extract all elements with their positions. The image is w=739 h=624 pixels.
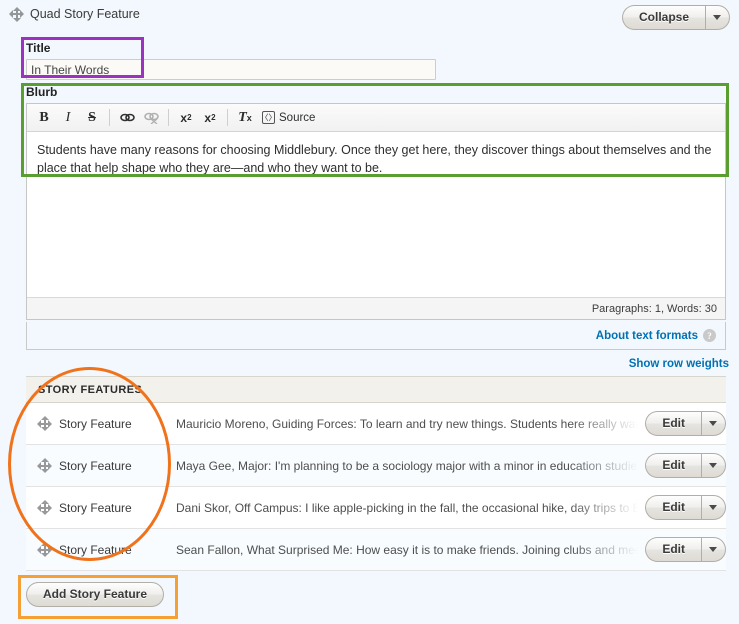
row-description-cell: Mauricio Moreno, Guiding Forces: To lear… bbox=[176, 402, 638, 445]
row-handle-cell: Story Feature bbox=[26, 444, 176, 487]
row-handle-cell: Story Feature bbox=[26, 528, 176, 571]
drag-handle-icon[interactable] bbox=[37, 500, 52, 515]
title-field-wrapper: Title bbox=[26, 41, 466, 80]
row-description-cell: Sean Fallon, What Surprised Me: How easy… bbox=[176, 528, 638, 571]
panel-legend: Quad Story Feature bbox=[9, 6, 140, 22]
row-operations-cell: Edit bbox=[638, 402, 727, 445]
list-item-label: Story Feature bbox=[59, 500, 132, 515]
chevron-down-icon bbox=[709, 504, 718, 510]
list-item-label: Story Feature bbox=[59, 542, 132, 557]
source-label: Source bbox=[279, 111, 316, 124]
subscript-icon[interactable]: x2 bbox=[199, 107, 221, 128]
table-row: Story Feature Dani Skor, Off Campus: I li… bbox=[26, 486, 727, 529]
add-story-feature-wrapper: Add Story Feature bbox=[26, 582, 165, 607]
source-code-icon: 〈〉 bbox=[261, 111, 277, 124]
table-row: Story Feature Mauricio Moreno, Guiding Fo… bbox=[26, 402, 727, 445]
title-label: Title bbox=[26, 41, 51, 55]
row-handle-cell: Story Feature bbox=[26, 486, 176, 529]
blurb-field-wrapper: Blurb B I S x 2 x 2 T x 〈〉 Source Studen… bbox=[26, 85, 726, 320]
editor-content-area[interactable]: Students have many reasons for choosing … bbox=[27, 132, 725, 297]
link-icon[interactable] bbox=[116, 107, 138, 128]
row-description-cell: Dani Skor, Off Campus: I like apple-pick… bbox=[176, 486, 638, 529]
chevron-down-icon bbox=[709, 462, 718, 468]
blurb-body-text: Students have many reasons for choosing … bbox=[37, 143, 712, 176]
story-features-header: STORY FEATURES bbox=[26, 376, 727, 403]
strikethrough-icon[interactable]: S bbox=[81, 107, 103, 128]
title-input[interactable] bbox=[26, 59, 436, 80]
list-item-description: Mauricio Moreno, Guiding Forces: To lear… bbox=[176, 416, 638, 431]
story-features-table: STORY FEATURES Story Feature Mauricio Mor… bbox=[26, 376, 727, 571]
editor-status-bar: Paragraphs: 1, Words: 30 bbox=[27, 297, 725, 319]
edit-dropdown-button[interactable] bbox=[701, 453, 727, 478]
list-item-description: Sean Fallon, What Surprised Me: How easy… bbox=[176, 542, 638, 557]
table-row: Story Feature Sean Fallon, What Surprised… bbox=[26, 528, 727, 571]
row-operations-cell: Edit bbox=[638, 486, 727, 529]
collapse-dropdown-button[interactable] bbox=[705, 5, 730, 30]
about-text-formats-link[interactable]: About text formats bbox=[596, 330, 698, 342]
word-count: Paragraphs: 1, Words: 30 bbox=[591, 302, 717, 315]
list-item-label: Story Feature bbox=[59, 458, 132, 473]
edit-button[interactable]: Edit bbox=[645, 537, 702, 562]
drag-handle-icon[interactable] bbox=[37, 458, 52, 473]
row-operations-cell: Edit bbox=[638, 528, 727, 571]
show-row-weights-link[interactable]: Show row weights bbox=[629, 358, 729, 370]
blurb-label: Blurb bbox=[26, 85, 58, 99]
edit-button[interactable]: Edit bbox=[645, 495, 702, 520]
drag-handle-icon[interactable] bbox=[37, 416, 52, 431]
toolbar-separator bbox=[227, 109, 228, 126]
list-item-description: Maya Gee, Major: I'm planning to be a so… bbox=[176, 458, 638, 473]
collapse-button[interactable]: Collapse bbox=[621, 5, 705, 30]
panel-title: Quad Story Feature bbox=[30, 7, 140, 21]
edit-dropdown-button[interactable] bbox=[701, 411, 727, 436]
source-button[interactable]: 〈〉 Source bbox=[258, 107, 319, 128]
list-item-label: Story Feature bbox=[59, 416, 132, 431]
edit-button[interactable]: Edit bbox=[645, 453, 702, 478]
remove-format-icon[interactable]: Tx bbox=[234, 107, 256, 128]
chevron-down-icon bbox=[709, 420, 718, 426]
row-description-cell: Maya Gee, Major: I'm planning to be a so… bbox=[176, 444, 638, 487]
chevron-down-icon bbox=[709, 546, 718, 552]
superscript-icon[interactable]: x2 bbox=[175, 107, 197, 128]
edit-dropdown-button[interactable] bbox=[701, 537, 727, 562]
table-row: Story Feature Maya Gee, Major: I'm planni… bbox=[26, 444, 727, 487]
unlink-icon[interactable] bbox=[140, 107, 162, 128]
toolbar-separator bbox=[109, 109, 110, 126]
bold-icon[interactable]: B bbox=[33, 107, 55, 128]
edit-dropdown-button[interactable] bbox=[701, 495, 727, 520]
text-format-row: About text formats ? bbox=[26, 322, 726, 350]
chevron-down-icon bbox=[713, 14, 721, 20]
collapse-button-group: Collapse bbox=[621, 5, 730, 30]
editor-toolbar: B I S x2 x 2 T x 〈〉 Source bbox=[27, 104, 725, 132]
rich-text-editor: B I S x2 x 2 T x 〈〉 Source Students have… bbox=[26, 103, 726, 320]
list-item-description: Dani Skor, Off Campus: I like apple-pick… bbox=[176, 500, 638, 515]
row-operations-cell: Edit bbox=[638, 444, 727, 487]
italic-icon[interactable]: I bbox=[57, 107, 79, 128]
quad-story-feature-panel: Quad Story Feature Collapse Title Blurb … bbox=[0, 0, 739, 624]
add-story-feature-button[interactable]: Add Story Feature bbox=[26, 582, 165, 607]
drag-handle-icon[interactable] bbox=[9, 6, 24, 22]
drag-handle-icon[interactable] bbox=[37, 542, 52, 557]
question-mark-icon[interactable]: ? bbox=[703, 329, 716, 342]
edit-button[interactable]: Edit bbox=[645, 411, 702, 436]
toolbar-separator bbox=[168, 109, 169, 126]
row-handle-cell: Story Feature bbox=[26, 402, 176, 445]
panel-header: Quad Story Feature Collapse bbox=[0, 0, 739, 30]
